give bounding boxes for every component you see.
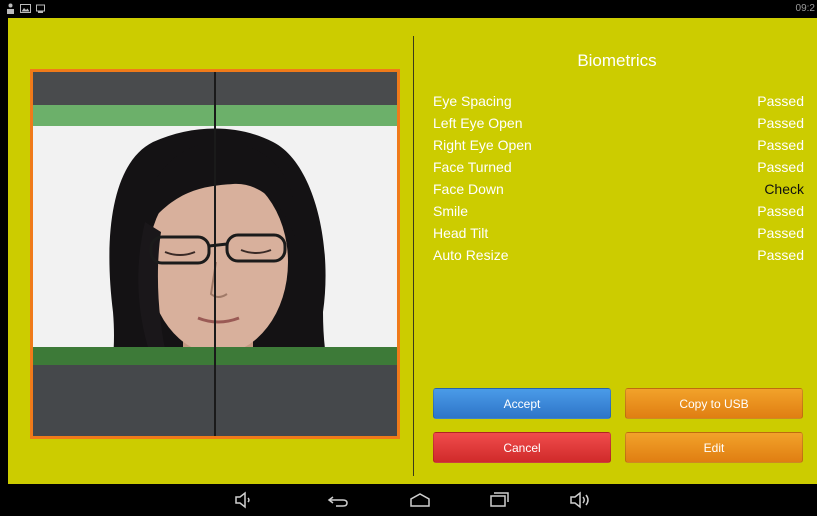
check-label: Eye Spacing <box>433 93 512 109</box>
cancel-button[interactable]: Cancel <box>433 432 611 463</box>
navigation-bar <box>0 484 817 516</box>
list-item: Face Turned Passed <box>433 156 804 178</box>
check-status: Passed <box>757 247 804 263</box>
panel-divider <box>413 36 414 476</box>
check-label: Smile <box>433 203 469 219</box>
list-item: Face Down Check <box>433 178 804 200</box>
list-item: Eye Spacing Passed <box>433 90 804 112</box>
status-icons <box>6 3 45 14</box>
check-status: Passed <box>757 115 804 131</box>
list-item: Smile Passed <box>433 200 804 222</box>
recents-icon[interactable] <box>486 490 510 510</box>
list-item: Auto Resize Passed <box>433 244 804 266</box>
check-label: Right Eye Open <box>433 137 532 153</box>
check-label: Face Turned <box>433 159 512 175</box>
check-status: Check <box>764 181 804 197</box>
back-icon[interactable] <box>326 490 350 510</box>
check-status: Passed <box>757 159 804 175</box>
clock: 09:2 <box>795 3 815 14</box>
accept-button[interactable]: Accept <box>433 388 611 419</box>
check-label: Head Tilt <box>433 225 489 241</box>
device-icon <box>36 4 45 13</box>
list-item: Left Eye Open Passed <box>433 112 804 134</box>
person-icon <box>7 3 14 14</box>
check-status: Passed <box>757 203 804 219</box>
home-icon[interactable] <box>408 490 432 510</box>
photo-preview <box>30 69 400 439</box>
check-label: Face Down <box>433 181 504 197</box>
check-label: Auto Resize <box>433 247 509 263</box>
edit-button[interactable]: Edit <box>625 432 803 463</box>
copy-to-usb-button[interactable]: Copy to USB <box>625 388 803 419</box>
biometrics-title: Biometrics <box>577 51 657 70</box>
volume-up-icon[interactable] <box>568 490 592 510</box>
check-label: Left Eye Open <box>433 115 523 131</box>
check-status: Passed <box>757 137 804 153</box>
volume-down-icon[interactable] <box>232 490 256 510</box>
status-bar: 09:2 <box>0 0 817 18</box>
check-status: Passed <box>757 93 804 109</box>
list-item: Right Eye Open Passed <box>433 134 804 156</box>
photo-icon <box>20 4 31 13</box>
check-status: Passed <box>757 225 804 241</box>
app-screen: Biometrics Eye Spacing Passed Left Eye O… <box>8 18 817 484</box>
biometrics-list: Eye Spacing Passed Left Eye Open Passed … <box>433 90 804 266</box>
center-guide-line <box>214 72 216 436</box>
list-item: Head Tilt Passed <box>433 222 804 244</box>
